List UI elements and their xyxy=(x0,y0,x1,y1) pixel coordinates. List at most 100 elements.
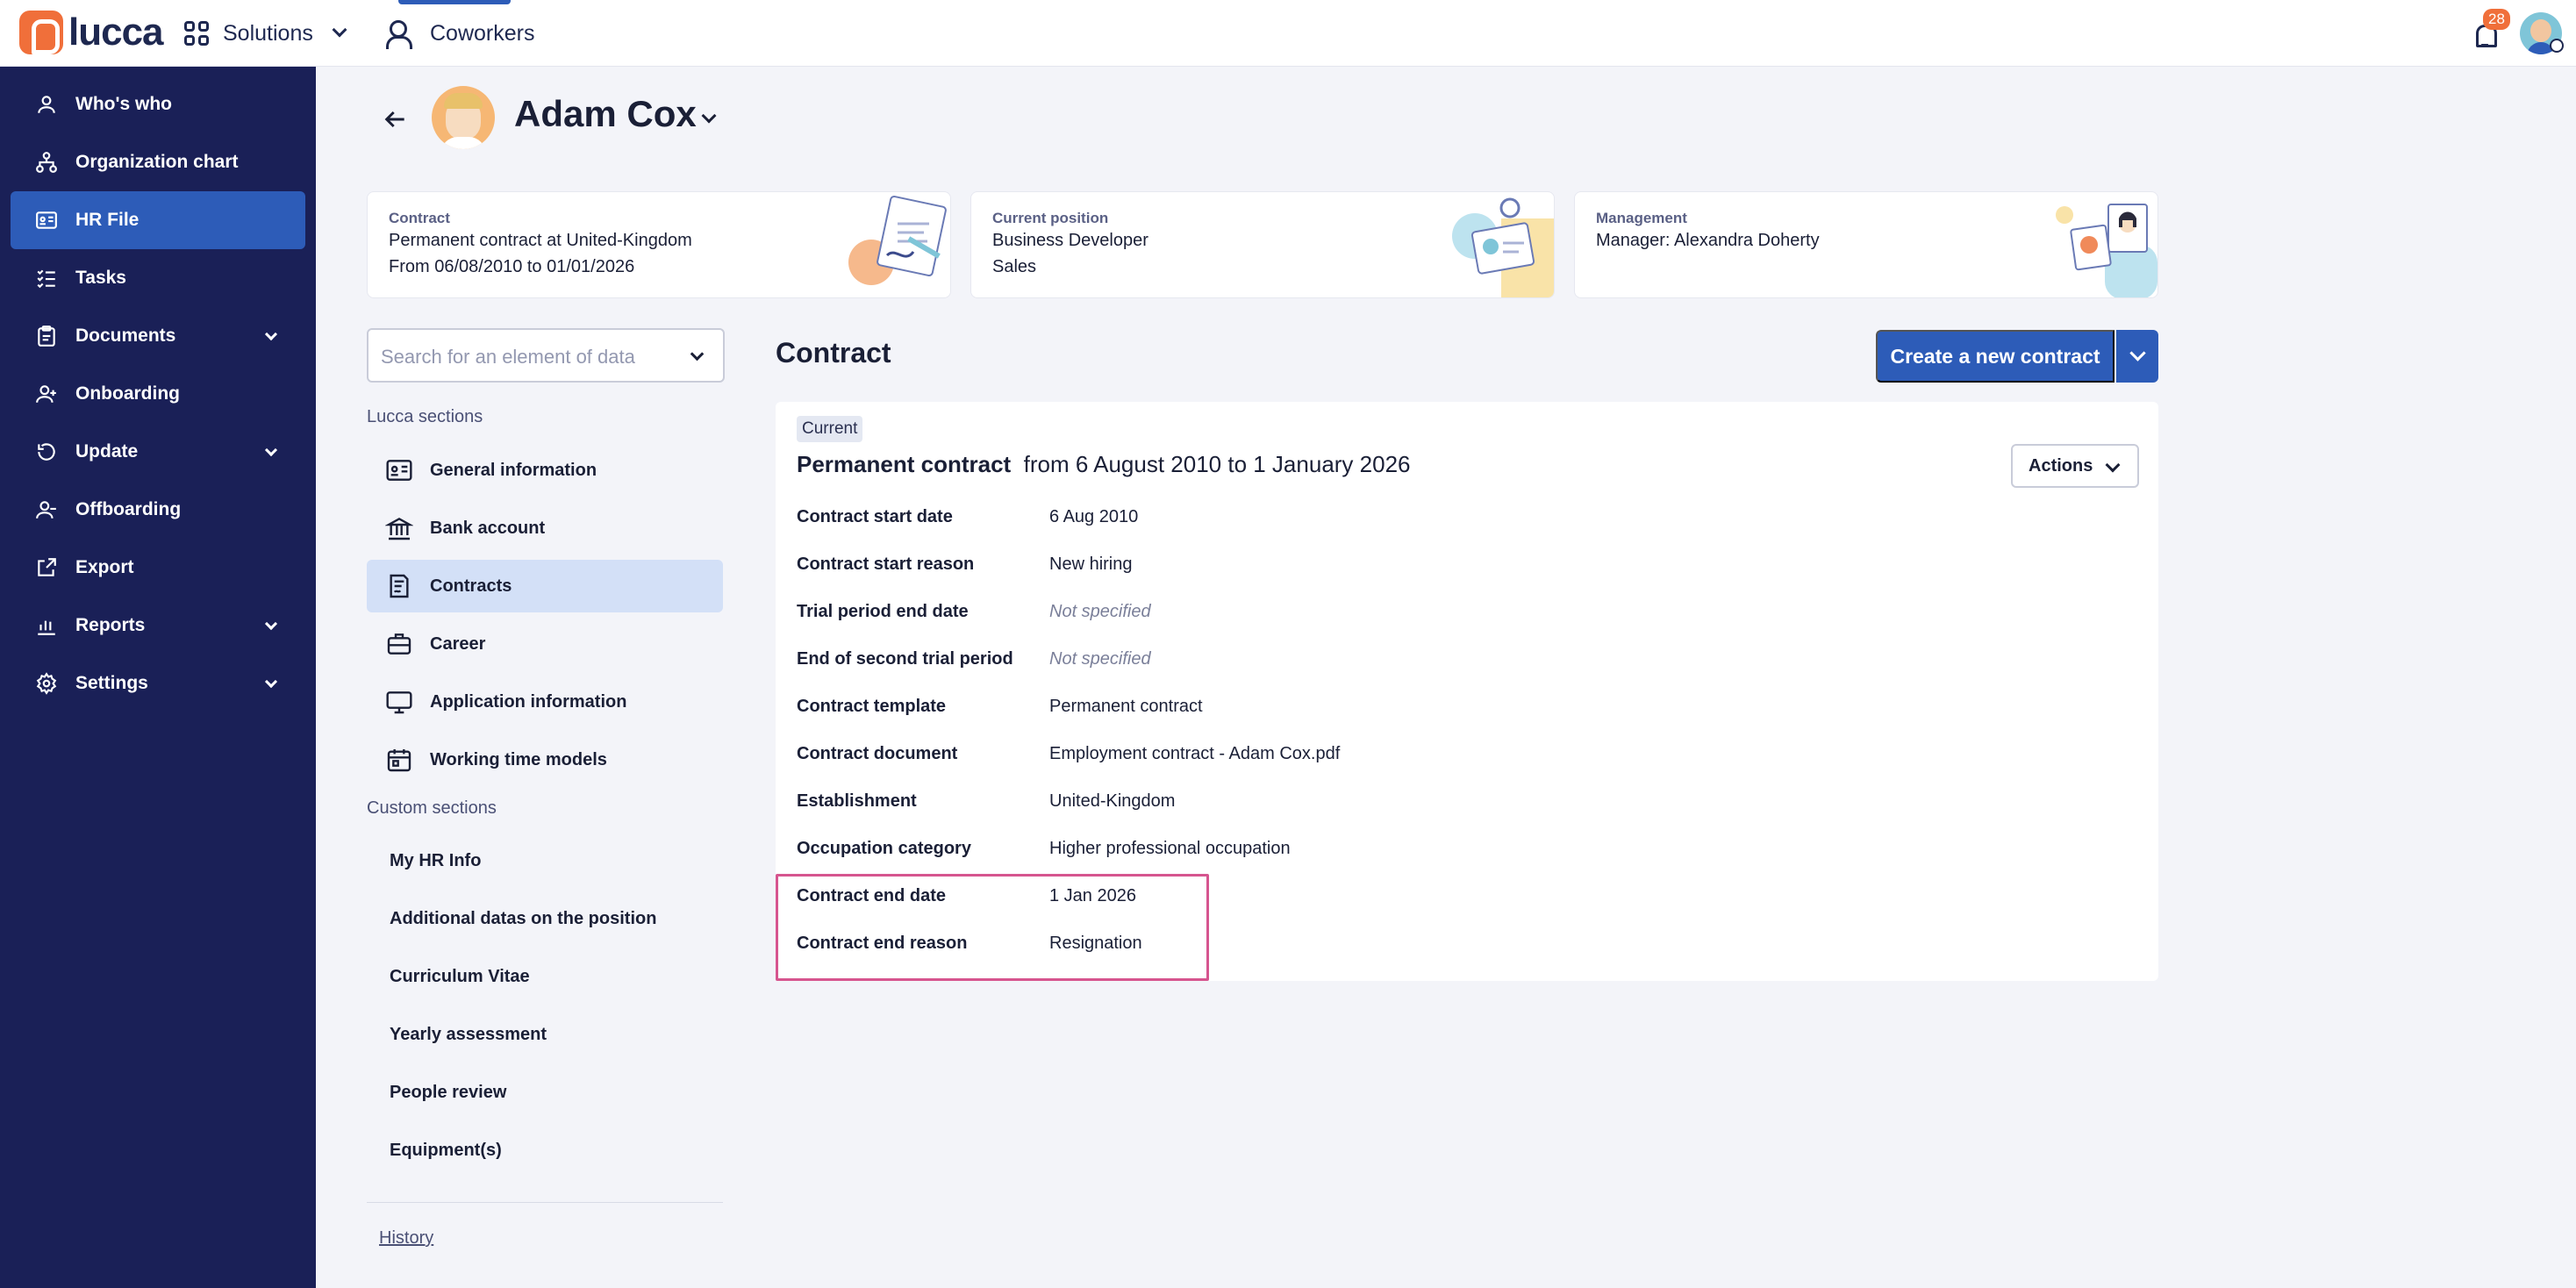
custom-section-yearly-assessment[interactable]: Yearly assessment xyxy=(390,1025,547,1045)
section-label: Contracts xyxy=(430,576,512,596)
settings-dot-icon xyxy=(2550,39,2564,53)
field-value: Higher professional occupation xyxy=(1049,839,1291,858)
card-label: Management xyxy=(1596,210,1687,226)
custom-section-equipments[interactable]: Equipment(s) xyxy=(390,1141,502,1161)
sidebar-item-label: Reports xyxy=(75,615,146,635)
history-link[interactable]: History xyxy=(379,1228,433,1249)
back-arrow-icon[interactable] xyxy=(381,105,409,133)
sidebar-item-update[interactable]: Update xyxy=(11,423,305,481)
actions-button[interactable]: Actions xyxy=(2011,444,2139,488)
sidebar-item-label: Tasks xyxy=(75,268,126,288)
section-label: Career xyxy=(430,633,486,654)
sidebar-item-whos-who[interactable]: Who's who xyxy=(11,75,305,133)
refresh-icon xyxy=(33,439,60,465)
custom-section-my-hr-info[interactable]: My HR Info xyxy=(390,851,481,871)
contract-illustration-icon xyxy=(848,195,947,285)
sidebar-item-export[interactable]: Export xyxy=(11,539,305,597)
sidebar-item-label: Export xyxy=(75,557,134,577)
create-new-contract-button[interactable]: Create a new contract xyxy=(1876,330,2114,383)
sidebar-item-tasks[interactable]: Tasks xyxy=(11,249,305,307)
apps-grid-icon xyxy=(184,21,209,46)
field-label: End of second trial period xyxy=(797,649,1013,669)
top-bar: lucca Solutions Coworkers 28 xyxy=(0,0,2576,67)
org-chart-icon xyxy=(33,149,60,175)
checklist-icon xyxy=(33,265,60,291)
team-illustration-icon xyxy=(2056,204,2157,297)
sidebar-item-label: Settings xyxy=(75,673,148,693)
calendar-icon xyxy=(384,745,414,775)
data-search-select[interactable]: Search for an element of data xyxy=(367,328,725,383)
custom-section-people-review[interactable]: People review xyxy=(390,1083,506,1103)
custom-section-curriculum-vitae[interactable]: Curriculum Vitae xyxy=(390,967,530,987)
sidebar-item-offboarding[interactable]: Offboarding xyxy=(11,481,305,539)
sidebar-item-label: Organization chart xyxy=(75,152,239,172)
field-value: United-Kingdom xyxy=(1049,791,1176,811)
section-working-time-models[interactable]: Working time models xyxy=(367,733,723,786)
section-label: General information xyxy=(430,460,597,480)
management-summary-card[interactable]: Management Manager: Alexandra Doherty xyxy=(1574,191,2158,298)
contract-type: Permanent contract xyxy=(797,451,1012,477)
field-label: Establishment xyxy=(797,791,917,811)
person-add-icon xyxy=(33,381,60,407)
sidebar-item-organization-chart[interactable]: Organization chart xyxy=(11,133,305,191)
chevron-down-icon[interactable] xyxy=(701,108,717,124)
field-value: New hiring xyxy=(1049,555,1133,574)
profile-avatar xyxy=(432,86,495,149)
monitor-icon xyxy=(384,687,414,717)
field-label: Contract template xyxy=(797,697,947,716)
sidebar-item-onboarding[interactable]: Onboarding xyxy=(11,365,305,423)
create-contract-dropdown-button[interactable] xyxy=(2116,330,2158,383)
sidebar: Who's who Organization chart HR File Tas… xyxy=(0,67,316,1288)
sidebar-item-reports[interactable]: Reports xyxy=(11,597,305,655)
section-general-information[interactable]: General information xyxy=(367,444,723,497)
id-card-icon xyxy=(33,207,60,233)
section-career[interactable]: Career xyxy=(367,618,723,670)
section-application-information[interactable]: Application information xyxy=(367,676,723,728)
sidebar-item-label: Documents xyxy=(75,326,176,346)
position-title: Business Developer xyxy=(992,231,1148,250)
contract-icon xyxy=(384,571,414,601)
sidebar-item-settings[interactable]: Settings xyxy=(11,655,305,712)
coworkers-menu[interactable]: Coworkers xyxy=(386,16,534,51)
sidebar-item-label: Update xyxy=(75,441,139,462)
section-label: Application information xyxy=(430,691,627,712)
lucca-logo-icon xyxy=(19,11,63,54)
contract-period: from 6 August 2010 to 1 January 2026 xyxy=(1023,451,1411,477)
highlight-box xyxy=(776,874,1209,981)
custom-section-additional-datas[interactable]: Additional datas on the position xyxy=(390,909,656,929)
sidebar-item-hr-file[interactable]: HR File xyxy=(11,191,305,249)
current-status-badge: Current xyxy=(797,416,863,442)
lucca-logo[interactable]: lucca xyxy=(19,11,164,54)
active-tab-indicator xyxy=(398,0,511,4)
brand-name: lucca xyxy=(68,11,164,54)
gear-icon xyxy=(33,670,60,697)
manager-name: Manager: Alexandra Doherty xyxy=(1596,231,1820,250)
person-icon xyxy=(33,91,60,118)
contract-document-link[interactable]: Employment contract - Adam Cox.pdf xyxy=(1049,744,1340,764)
employee-name[interactable]: Adam Cox xyxy=(514,93,697,135)
person-remove-icon xyxy=(33,497,60,523)
chevron-down-icon xyxy=(264,675,278,689)
sidebar-item-documents[interactable]: Documents xyxy=(11,307,305,365)
field-label: Contract start reason xyxy=(797,555,975,574)
divider xyxy=(367,1202,723,1203)
notification-count-badge: 28 xyxy=(2483,9,2510,30)
section-bank-account[interactable]: Bank account xyxy=(367,502,723,555)
position-summary-card[interactable]: Current position Business Developer Sale… xyxy=(970,191,1555,298)
coworkers-label: Coworkers xyxy=(430,20,535,46)
briefcase-icon xyxy=(384,629,414,659)
section-contracts[interactable]: Contracts xyxy=(367,560,723,612)
clipboard-icon xyxy=(33,323,60,349)
bar-chart-icon xyxy=(33,612,60,639)
section-label: Bank account xyxy=(430,518,546,538)
lucca-sections-title: Lucca sections xyxy=(367,407,483,426)
sidebar-item-label: HR File xyxy=(75,210,140,230)
solutions-menu[interactable]: Solutions xyxy=(184,16,347,51)
contract-summary-card[interactable]: Contract Permanent contract at United-Ki… xyxy=(367,191,951,298)
bank-icon xyxy=(384,513,414,543)
solutions-label: Solutions xyxy=(223,20,313,46)
chevron-down-icon xyxy=(264,617,278,631)
actions-label: Actions xyxy=(2029,455,2093,476)
export-icon xyxy=(33,555,60,581)
field-label: Contract start date xyxy=(797,507,953,526)
